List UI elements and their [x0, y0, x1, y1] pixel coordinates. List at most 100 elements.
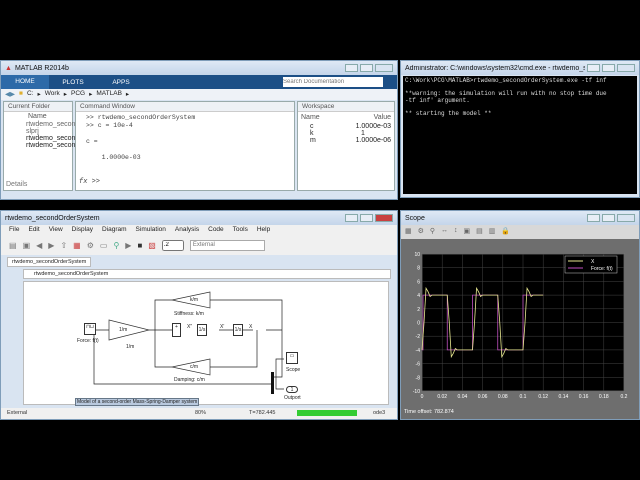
panel-title: Current Folder — [4, 102, 72, 112]
maximize-button[interactable] — [602, 64, 615, 72]
model-annotation[interactable]: Model of a second-order Mass-Spring-Damp… — [75, 398, 200, 406]
path-segment[interactable]: PCG — [71, 90, 85, 99]
x-tick-label: 0.12 — [538, 394, 548, 400]
x-tick-label: 0.18 — [599, 394, 609, 400]
minimize-button[interactable] — [345, 214, 358, 222]
new-model-icon[interactable]: ▤ — [9, 241, 17, 250]
gain-block-text[interactable]: 1/m — [119, 327, 127, 333]
signal-label: X'' — [187, 324, 193, 330]
menu-display[interactable]: Display — [72, 226, 93, 233]
lock-icon[interactable]: 🔒 — [501, 227, 510, 237]
damping-gain-block[interactable]: c/m — [190, 364, 198, 370]
close-button[interactable] — [617, 64, 635, 72]
params-icon[interactable]: ⚙ — [418, 227, 424, 237]
stop-time-input[interactable] — [161, 239, 184, 251]
simulink-window: rtwdemo_secondOrderSystem File Edit View Di… — [0, 210, 398, 420]
outport-block[interactable]: 1 — [286, 386, 298, 393]
sum-block[interactable]: + — [172, 323, 181, 337]
save-axes-icon[interactable]: ▤ — [476, 227, 483, 237]
integrator-block[interactable]: 1/s — [233, 324, 243, 336]
menu-help[interactable]: Help — [257, 226, 270, 233]
save-icon[interactable]: ▣ — [23, 241, 31, 250]
cmd-titlebar: Administrator: C:\windows\system32\cmd.e… — [401, 61, 639, 75]
scope-icon[interactable]: ▧ — [148, 241, 156, 250]
tab-plots[interactable]: PLOTS — [49, 79, 97, 86]
minimize-button[interactable] — [345, 64, 358, 72]
search-documentation-input[interactable] — [283, 77, 383, 87]
y-tick-label: -10 — [413, 389, 420, 395]
zoom-y-icon[interactable]: ↕ — [454, 227, 458, 237]
back-icon[interactable]: ◀▶ — [5, 90, 15, 99]
close-button[interactable] — [617, 214, 635, 222]
menu-view[interactable]: View — [49, 226, 63, 233]
file-item[interactable]: rtwdemo_secon... — [4, 142, 81, 149]
back-icon[interactable]: ◀ — [36, 241, 42, 250]
menu-file[interactable]: File — [9, 226, 19, 233]
integrator-block[interactable]: 1/s — [197, 324, 207, 336]
x-tick-label: 0.2 — [621, 394, 628, 400]
forward-icon[interactable]: ▶ — [48, 241, 54, 250]
stiffness-gain-block[interactable]: k/m — [190, 297, 198, 303]
tab-apps[interactable]: APPS — [97, 79, 145, 86]
menu-simulation[interactable]: Simulation — [136, 226, 166, 233]
maximize-button[interactable] — [360, 214, 373, 222]
autoscale-icon[interactable]: ▣ — [464, 227, 471, 237]
force-signal-block[interactable]: ⊓⊔ — [84, 323, 96, 335]
console-output[interactable]: C:\Work\PCG\MATLAB>rtwdemo_secondOrderSy… — [403, 76, 637, 194]
file-item[interactable]: slprj — [4, 128, 72, 135]
column-header[interactable]: Name — [301, 114, 320, 121]
maximize-button[interactable] — [602, 214, 615, 222]
menu-diagram[interactable]: Diagram — [102, 226, 127, 233]
scope-plot[interactable]: 0 0.02 0.04 0.06 0.08 0.1 0.12 0.14 0.16 0.18 0.2 1… — [401, 239, 640, 409]
connect-icon[interactable]: ⚲ — [113, 241, 119, 250]
model-tab[interactable]: rtwdemo_secondOrderSystem — [7, 257, 92, 267]
fx-icon[interactable]: fx — [79, 178, 87, 186]
tab-home[interactable]: HOME — [1, 75, 49, 89]
simulation-mode-select[interactable]: External — [189, 239, 265, 251]
command-window[interactable]: Command Window >> rtwdemo_secondOrderSys… — [75, 101, 295, 191]
minimize-button[interactable] — [587, 64, 600, 72]
zoom-icon[interactable]: ⚲ — [430, 227, 435, 237]
path-segment[interactable]: C: — [27, 90, 34, 99]
current-folder-panel: Current Folder Name rtwdemo_secon... slp… — [3, 101, 81, 191]
prompt: >> — [91, 178, 101, 186]
maximize-button[interactable] — [360, 64, 373, 72]
menu-analysis[interactable]: Analysis — [175, 226, 199, 233]
close-button[interactable] — [375, 214, 393, 222]
stop-icon[interactable]: ■ — [137, 241, 142, 250]
block-label: 1/m — [126, 344, 135, 350]
menu-code[interactable]: Code — [208, 226, 224, 233]
zoom-x-icon[interactable]: ↔ — [441, 227, 448, 237]
model-explorer-icon[interactable]: ▭ — [100, 241, 108, 250]
address-bar[interactable]: ◀▶ ■ C: ▸ Work ▸ PCG ▸ MATLAB ▸ — [1, 89, 397, 100]
column-header[interactable]: Value — [374, 114, 391, 121]
x-tick-label: 0.16 — [579, 394, 589, 400]
y-tick-label: -2 — [416, 334, 421, 340]
path-segment[interactable]: MATLAB — [96, 90, 122, 99]
workspace-row[interactable]: k1 — [298, 130, 394, 137]
breadcrumb[interactable]: rtwdemo_secondOrderSystem — [23, 269, 391, 279]
details-toggle[interactable]: Details — [6, 181, 27, 188]
signal-label: X' — [220, 324, 225, 330]
column-header[interactable]: Name — [4, 112, 72, 121]
workspace-row[interactable]: c 1.0000e-03 — [298, 123, 394, 130]
file-item[interactable]: rtwdemo_secon... — [4, 121, 81, 128]
x-tick-label: 0.14 — [559, 394, 569, 400]
menu-edit[interactable]: Edit — [28, 226, 39, 233]
print-icon[interactable]: ▦ — [405, 227, 412, 237]
library-icon[interactable]: ▦ — [73, 241, 81, 250]
run-icon[interactable]: ▶ — [125, 241, 131, 250]
path-segment[interactable]: Work — [45, 90, 60, 99]
diagram-canvas[interactable]: ⊓⊔ Force: f(t) 1/m 1/m k/m Stiffness: k/… — [23, 281, 389, 406]
close-button[interactable] — [375, 64, 393, 72]
minimize-button[interactable] — [587, 214, 600, 222]
workspace-row[interactable]: m 1.0000e-06 — [298, 137, 394, 144]
matlab-logo-icon: ▲ — [5, 64, 12, 72]
restore-icon[interactable]: ▥ — [489, 227, 496, 237]
scope-block[interactable]: ▭ — [286, 352, 298, 364]
scope-toolbar: ▦ ⚙ ⚲ ↔ ↕ ▣ ▤ ▥ 🔒 — [401, 225, 639, 239]
menu-tools[interactable]: Tools — [233, 226, 248, 233]
settings-gear-icon[interactable]: ⚙ — [87, 241, 94, 250]
file-item[interactable]: rtwdemo_secon... — [4, 135, 81, 142]
up-icon[interactable]: ⇧ — [60, 241, 67, 250]
